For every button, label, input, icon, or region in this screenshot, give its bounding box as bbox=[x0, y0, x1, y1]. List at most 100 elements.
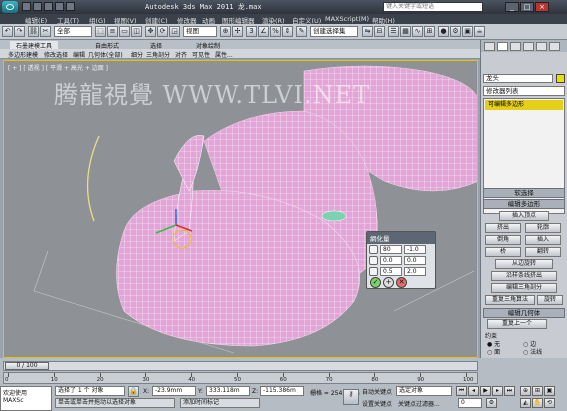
retriangulate-button[interactable]: 重复三角算法 bbox=[485, 295, 535, 305]
ribbon-geometry-all[interactable]: 几何体(全部) bbox=[88, 50, 123, 59]
lock-selection-icon[interactable]: 🔒 bbox=[128, 386, 139, 397]
caddy-spinner-3[interactable]: 0.0 bbox=[380, 256, 402, 265]
render-icon[interactable]: ☕ bbox=[474, 26, 485, 37]
menu-maxscript[interactable]: MAXScript(M) bbox=[325, 15, 369, 23]
ribbon-edit[interactable]: 编辑 bbox=[73, 50, 85, 59]
maxscript-listener[interactable]: 欢迎使用 MAXSc bbox=[0, 386, 52, 411]
perspective-viewport[interactable]: [ + ] [ 透视 ] [ 平滑 + 高光 + 边面 ] 腾龍視覺 WWW.T… bbox=[3, 60, 478, 358]
new-file-icon[interactable] bbox=[22, 2, 31, 11]
render-setup-icon[interactable]: ⚙ bbox=[450, 26, 461, 37]
current-frame-field[interactable]: 0 bbox=[458, 398, 482, 408]
display-tab-icon[interactable] bbox=[536, 42, 547, 51]
key-mode-select[interactable]: 选定对象 bbox=[396, 386, 452, 396]
go-to-start-icon[interactable]: ⏮ bbox=[456, 386, 467, 396]
select-scale-icon[interactable]: ◲ bbox=[169, 26, 180, 37]
caddy-spinner-4[interactable]: 0.0 bbox=[404, 256, 426, 265]
set-key-icon[interactable]: ⚷ bbox=[343, 389, 359, 405]
rollout-edit-polygons[interactable]: 编辑多边形 bbox=[483, 199, 565, 209]
segments-icon[interactable] bbox=[369, 267, 378, 276]
pivot-center-icon[interactable]: ⊕ bbox=[220, 26, 231, 37]
turn-button[interactable]: 旋转 bbox=[537, 295, 563, 305]
inset-amount-icon[interactable] bbox=[369, 256, 378, 265]
redo-icon[interactable]: ↷ bbox=[14, 26, 25, 37]
snap-toggle-icon[interactable]: 3 bbox=[246, 26, 257, 37]
create-tab-icon[interactable] bbox=[484, 42, 495, 51]
object-name-field[interactable]: 龙头 bbox=[483, 74, 553, 83]
previous-frame-icon[interactable]: ◂ bbox=[468, 386, 479, 396]
constraint-face-radio[interactable]: ○ 面 bbox=[487, 347, 500, 356]
next-frame-icon[interactable]: ▸ bbox=[492, 386, 503, 396]
angle-snap-icon[interactable]: ∠ bbox=[258, 26, 269, 37]
redo-icon[interactable] bbox=[66, 2, 75, 11]
outline-button[interactable]: 轮廓 bbox=[525, 223, 561, 233]
caddy-ok-button[interactable]: ✓ bbox=[370, 277, 381, 288]
caddy-spinner-1[interactable]: 80 bbox=[380, 245, 402, 254]
extrude-along-spline-button[interactable]: 沿样条线挤出 bbox=[491, 271, 557, 281]
layer-manager-icon[interactable]: ☰ bbox=[388, 26, 399, 37]
flip-button[interactable]: 翻转 bbox=[525, 247, 561, 257]
select-move-icon[interactable]: ✥ bbox=[145, 26, 156, 37]
viewport-label[interactable]: [ + ] [ 透视 ] [ 平滑 + 高光 + 边面 ] bbox=[8, 63, 108, 72]
ribbon-visibility[interactable]: 可见性 bbox=[192, 50, 210, 59]
ribbon-properties[interactable]: 属性... bbox=[215, 50, 233, 59]
add-time-tag-button[interactable]: 添加时间标记 bbox=[180, 398, 260, 408]
select-object-icon[interactable]: ⬚ bbox=[95, 26, 106, 37]
align-icon[interactable]: ⊟ bbox=[374, 26, 385, 37]
ribbon-subdivision[interactable]: 细分 bbox=[131, 50, 143, 59]
material-editor-icon[interactable]: ● bbox=[438, 26, 449, 37]
z-coordinate-field[interactable]: -115.386m bbox=[260, 386, 304, 396]
modify-tab-icon[interactable] bbox=[497, 42, 508, 51]
y-coordinate-field[interactable]: 333.118m bbox=[206, 386, 250, 396]
extrude-button[interactable]: 挤出 bbox=[485, 223, 521, 233]
zoom-icon[interactable]: ⊕ bbox=[520, 386, 531, 396]
select-by-name-icon[interactable]: ≡ bbox=[107, 26, 118, 37]
save-file-icon[interactable] bbox=[44, 2, 53, 11]
select-rotate-icon[interactable]: ⟳ bbox=[157, 26, 168, 37]
time-slider[interactable]: 0 / 100 bbox=[3, 361, 478, 371]
time-slider-knob[interactable]: 0 / 100 bbox=[5, 362, 49, 370]
curve-editor-icon[interactable]: ∿ bbox=[412, 26, 423, 37]
play-icon[interactable]: ▶ bbox=[480, 386, 491, 396]
ribbon-poly-modeling[interactable]: 多边形建模 bbox=[8, 50, 38, 59]
graphite-toggle-icon[interactable]: ▦ bbox=[400, 26, 411, 37]
auto-key-button[interactable]: 自动关键点 bbox=[362, 387, 392, 396]
reference-coordinate-select[interactable]: 视图 bbox=[183, 26, 217, 37]
caddy-spinner-5[interactable]: 0.5 bbox=[380, 267, 402, 276]
edit-triangulation-button[interactable]: 编辑三角剖分 bbox=[491, 283, 557, 293]
minimize-button[interactable]: _ bbox=[505, 2, 519, 12]
zoom-extents-icon[interactable]: ▣ bbox=[544, 386, 555, 396]
percent-snap-icon[interactable]: % bbox=[270, 26, 281, 37]
close-button[interactable]: × bbox=[535, 2, 549, 12]
track-bar[interactable]: 0 10 20 30 40 50 60 70 80 90 100 bbox=[3, 372, 478, 384]
zoom-all-icon[interactable]: ⊞ bbox=[532, 386, 543, 396]
search-input[interactable]: 键入关键字或短语 bbox=[383, 2, 483, 12]
bridge-button[interactable]: 桥 bbox=[485, 247, 521, 257]
rollout-edit-geometry[interactable]: 编辑几何体 bbox=[483, 308, 565, 318]
app-logo-icon[interactable] bbox=[2, 1, 18, 13]
undo-icon[interactable] bbox=[55, 2, 64, 11]
insert-vertex-button[interactable]: 插入顶点 bbox=[499, 211, 549, 221]
modifier-list-select[interactable]: 修改器列表 bbox=[483, 86, 565, 96]
maximize-button[interactable]: □ bbox=[520, 2, 534, 12]
schematic-view-icon[interactable]: ⊞ bbox=[424, 26, 435, 37]
go-to-end-icon[interactable]: ⏭ bbox=[504, 386, 515, 396]
ribbon-modify-selection[interactable]: 修改选择 bbox=[44, 50, 68, 59]
mirror-icon[interactable]: ⇋ bbox=[362, 26, 373, 37]
caddy-cancel-button[interactable]: ✕ bbox=[396, 277, 407, 288]
utilities-tab-icon[interactable] bbox=[549, 42, 560, 51]
rollout-soft-selection[interactable]: 软选择 bbox=[483, 188, 565, 198]
hierarchy-tab-icon[interactable] bbox=[510, 42, 521, 51]
caddy-spinner-6[interactable]: 2.0 bbox=[404, 267, 426, 276]
x-coordinate-field[interactable]: -23.9mm bbox=[152, 386, 196, 396]
inset-button[interactable]: 插入 bbox=[525, 235, 561, 245]
orbit-icon[interactable]: ⟲ bbox=[544, 398, 555, 408]
spinner-snap-icon[interactable]: ⇕ bbox=[282, 26, 293, 37]
render-frame-icon[interactable]: ▣ bbox=[462, 26, 473, 37]
object-color-swatch[interactable] bbox=[556, 74, 565, 83]
region-select-icon[interactable]: ▭ bbox=[119, 26, 130, 37]
inset-type-icon[interactable] bbox=[369, 245, 378, 254]
edit-named-selection-icon[interactable]: ✎ bbox=[296, 26, 307, 37]
manipulate-icon[interactable]: ✢ bbox=[232, 26, 243, 37]
field-of-view-icon[interactable]: ◭ bbox=[520, 398, 531, 408]
window-crossing-icon[interactable]: ◫ bbox=[131, 26, 142, 37]
